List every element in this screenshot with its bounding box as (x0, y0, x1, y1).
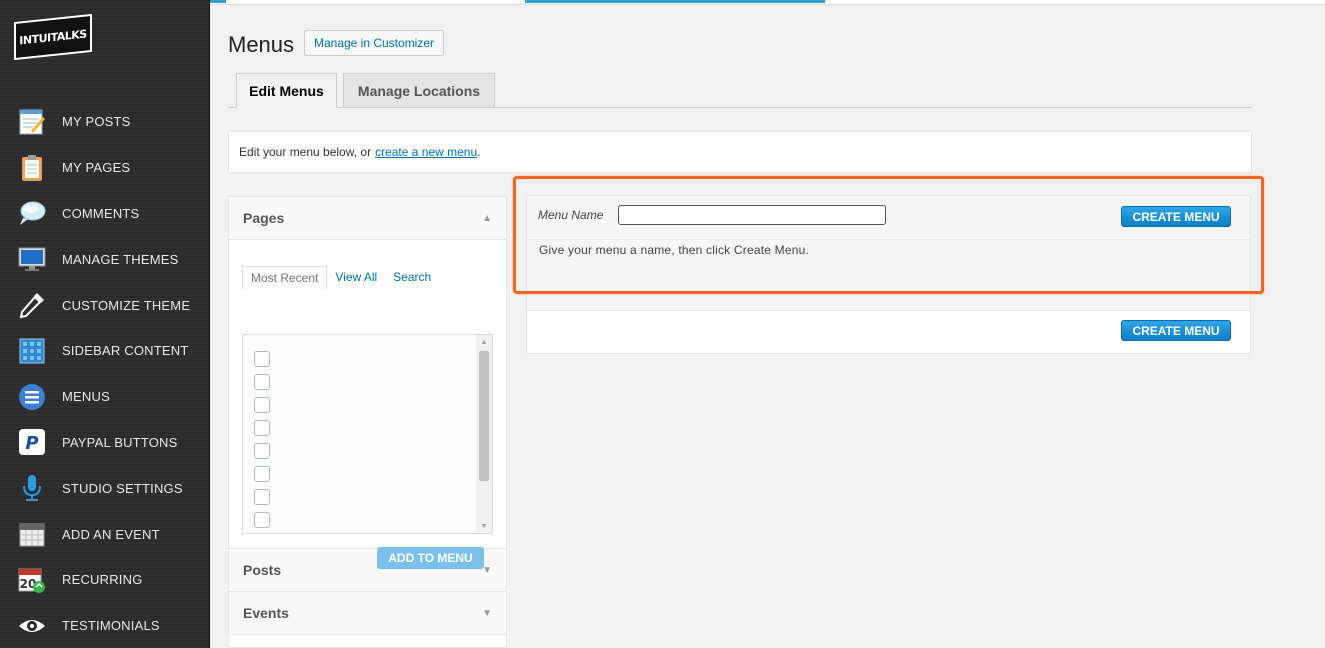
info-text: Edit your menu below, or (239, 145, 372, 159)
sidebar-item-paypal-buttons[interactable]: P PAYPAL BUTTONS (0, 420, 210, 466)
sidebar-item-label: CUSTOMIZE THEME (62, 297, 191, 313)
top-progress-bar (210, 0, 1325, 5)
sidebar-item-label: PAYPAL BUTTONS (62, 434, 178, 450)
edit-menu-info: Edit your menu below, or create a new me… (228, 131, 1252, 173)
sidebar-item-testimonials[interactable]: TESTIMONIALS (0, 603, 210, 648)
subtab-view-all[interactable]: View All (327, 266, 385, 289)
sidebar-item-comments[interactable]: COMMENTS (0, 191, 210, 237)
accordion-title: Events (243, 605, 289, 621)
sidebar-item-label: COMMENTS (62, 205, 140, 221)
page-title: Menus (228, 32, 295, 57)
sidebar-item-label: ADD AN EVENT (62, 526, 160, 542)
page-checkbox[interactable] (254, 374, 270, 390)
menu-edit-panel: Menu Name CREATE MENU Give your menu a n… (526, 195, 1251, 354)
eyedropper-icon (17, 290, 47, 320)
svg-text:P: P (25, 433, 38, 454)
scroll-up-icon[interactable]: ▲ (476, 335, 492, 349)
menu-lines-icon (17, 382, 47, 412)
page-checkbox[interactable] (254, 443, 270, 459)
page-checkbox[interactable] (254, 351, 270, 367)
sidebar-nav: MY POSTS MY PAGES COMMENTS MANAGE THEMES… (0, 99, 210, 648)
scroll-down-icon[interactable]: ▼ (476, 519, 492, 533)
sidebar-item-my-pages[interactable]: MY PAGES (0, 145, 210, 191)
sidebar-item-label: MENUS (62, 389, 110, 405)
info-suffix: . (477, 145, 481, 159)
top-bar-accent (210, 0, 226, 3)
eye-icon (17, 611, 47, 641)
accordion-title: Pages (243, 210, 285, 226)
sidebar-item-label: RECURRING (62, 572, 143, 588)
microphone-icon (17, 473, 47, 503)
page-checkbox[interactable] (254, 397, 270, 413)
pages-checklist: ▲ ▼ (242, 334, 493, 534)
sidebar-item-menus[interactable]: MENUS (0, 374, 210, 420)
page-checkbox[interactable] (254, 466, 270, 482)
menu-help-text: Give your menu a name, then click Create… (539, 243, 809, 257)
page-checkbox[interactable] (254, 489, 270, 505)
sidebar-item-label: STUDIO SETTINGS (62, 480, 183, 496)
sidebar-item-recurring[interactable]: 20 RECURRING (0, 557, 210, 603)
speech-bubble-icon (17, 198, 47, 228)
accordion-section-events[interactable]: Events ▼ (229, 592, 506, 635)
accordion-section-pages[interactable]: Pages ▲ (229, 197, 506, 240)
tab-edit-menus[interactable]: Edit Menus (236, 73, 337, 108)
subtab-search[interactable]: Search (385, 266, 439, 289)
monitor-icon (17, 244, 47, 274)
top-bar-accent (525, 0, 825, 3)
accordion-title: Posts (243, 562, 282, 578)
add-to-menu-button[interactable]: ADD TO MENU (377, 547, 484, 569)
create-menu-button[interactable]: CREATE MENU (1121, 206, 1231, 227)
brand-logo[interactable]: INTUITALKS (14, 13, 92, 61)
add-menu-items-accordion: Pages ▲ Most Recent View All Search ▲ ▼ … (228, 196, 507, 648)
logo-text: INTUITALKS (14, 13, 92, 61)
calendar-recurring-icon: 20 (17, 565, 47, 595)
menu-name-label: Menu Name (538, 208, 604, 222)
pages-subtabs: Most Recent View All Search (242, 266, 439, 289)
calendar-icon (17, 519, 47, 549)
admin-sidebar: INTUITALKS MY POSTS MY PAGES COMMENTS MA… (0, 0, 210, 648)
subtab-most-recent[interactable]: Most Recent (242, 266, 328, 289)
grid-panel-icon (17, 336, 47, 366)
sidebar-item-label: MANAGE THEMES (62, 251, 179, 267)
sidebar-item-manage-themes[interactable]: MANAGE THEMES (0, 236, 210, 282)
sidebar-item-customize-theme[interactable]: CUSTOMIZE THEME (0, 282, 210, 328)
sidebar-item-label: TESTIMONIALS (62, 618, 160, 634)
paypal-icon: P (17, 427, 47, 457)
sidebar-item-sidebar-content[interactable]: SIDEBAR CONTENT (0, 328, 210, 374)
manage-in-customizer-button[interactable]: Manage in Customizer (304, 30, 444, 56)
checklist-scrollbar[interactable]: ▲ ▼ (476, 335, 492, 533)
create-new-menu-link[interactable]: create a new menu (375, 145, 477, 159)
tab-manage-locations[interactable]: Manage Locations (343, 73, 495, 108)
sidebar-item-label: MY POSTS (62, 114, 131, 130)
sidebar-item-studio-settings[interactable]: STUDIO SETTINGS (0, 465, 210, 511)
caret-down-icon: ▼ (482, 607, 492, 619)
sidebar-item-my-posts[interactable]: MY POSTS (0, 99, 210, 145)
page-checkbox[interactable] (254, 420, 270, 436)
clipboard-icon (17, 153, 47, 183)
caret-up-icon: ▲ (482, 212, 492, 224)
notepad-pencil-icon (17, 107, 47, 137)
page-checkbox[interactable] (254, 512, 270, 528)
pages-panel: Most Recent View All Search ▲ ▼ ADD TO M… (229, 240, 506, 569)
menu-name-input[interactable] (618, 205, 886, 225)
create-menu-button-footer[interactable]: CREATE MENU (1121, 320, 1231, 341)
sidebar-item-label: SIDEBAR CONTENT (62, 343, 189, 359)
scroll-thumb[interactable] (479, 351, 489, 481)
sidebar-item-add-an-event[interactable]: ADD AN EVENT (0, 511, 210, 557)
menu-header: Menu Name CREATE MENU (527, 196, 1250, 240)
sidebar-item-label: MY PAGES (62, 160, 131, 176)
